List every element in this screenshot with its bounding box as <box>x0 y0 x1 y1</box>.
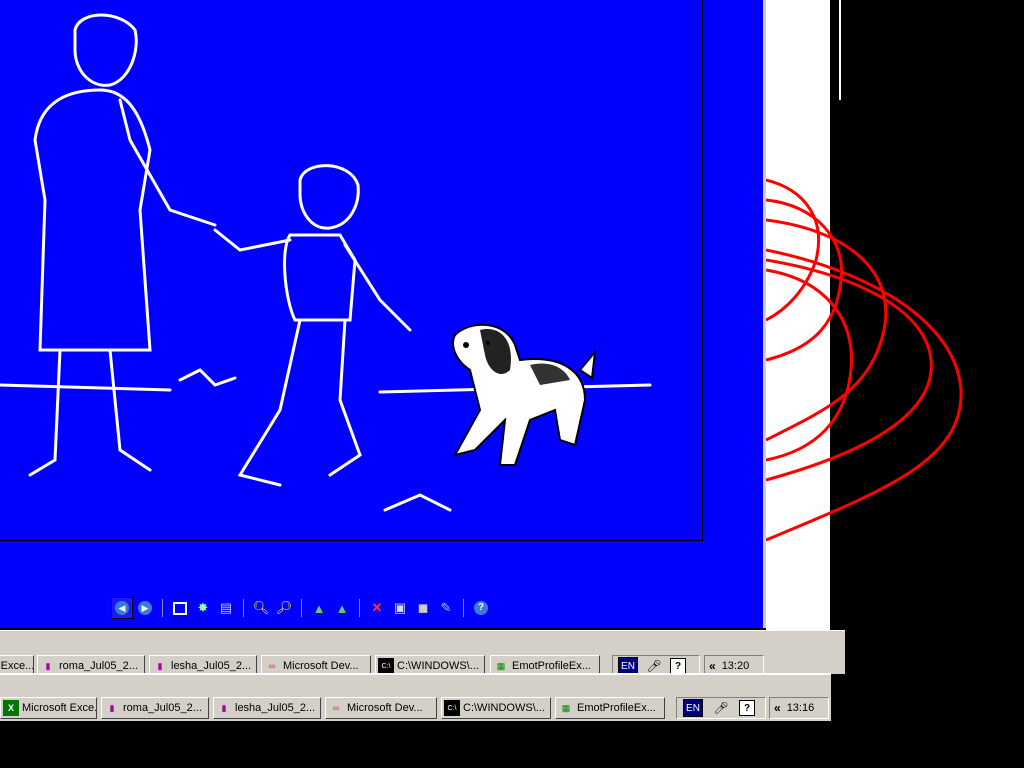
rotate-counterclockwise-button[interactable]: ▲ <box>332 598 352 618</box>
help-button[interactable]: ? <box>471 598 491 618</box>
rotate-clockwise-icon: ▲ <box>312 600 326 616</box>
print-button[interactable]: ▣ <box>390 598 410 618</box>
red-curves-plot <box>766 178 963 542</box>
illustration-image <box>0 13 652 512</box>
show-hidden-icons-chevron[interactable]: « <box>709 659 716 673</box>
taskbar-button-label: roma_Jul05_2... <box>123 702 202 714</box>
zoom-in-button[interactable]: 🔍︎ <box>251 598 271 618</box>
delete-button[interactable]: ▤ <box>216 598 236 618</box>
rotate-counterclockwise-icon: ▲ <box>335 600 349 616</box>
previous-image-button[interactable]: ◀ <box>111 597 133 619</box>
taskbar-button-console[interactable]: C:\ C:\WINDOWS\... <box>441 697 551 719</box>
taskbar-button-label: lesha_Jul05_2... <box>171 660 252 672</box>
next-image-button[interactable]: ▶ <box>135 598 155 618</box>
taskbar-button-label: lesha_Jul05_2... <box>235 702 316 714</box>
taskbar-button-label: EmotProfileEx... <box>577 702 656 714</box>
edit-image-icon: ✎ <box>440 600 452 615</box>
toolbar-separator <box>463 599 464 617</box>
zoom-out-button[interactable]: 🔎︎ <box>274 598 294 618</box>
document-icon: ▮ <box>45 660 51 671</box>
taskbar-button-label: roma_Jul05_2... <box>59 660 138 672</box>
next-icon: ▶ <box>138 601 152 615</box>
toolbar-separator <box>359 599 360 617</box>
taskbar-button-label: Microsoft Dev... <box>347 702 423 714</box>
app-icon: ▦ <box>561 702 571 713</box>
console-icon: C:\ <box>444 700 460 716</box>
help-icon: ? <box>474 601 488 615</box>
taskbar-button-label: C:\WINDOWS\... <box>397 660 479 672</box>
edit-button[interactable]: ✎ <box>436 598 456 618</box>
toolbar-separator <box>162 599 163 617</box>
taskbar-button-roma[interactable]: ▮ roma_Jul05_2... <box>101 697 209 719</box>
show-hidden-icons-chevron[interactable]: « <box>774 701 781 715</box>
taskbar-button-label: Microsoft Exce... <box>22 702 97 714</box>
zoom-out-icon: 🔎︎ <box>275 600 293 615</box>
fit-window-icon <box>173 601 187 615</box>
clock: 13:16 <box>786 702 815 714</box>
slideshow-icon: ✸ <box>197 600 209 615</box>
taskbar: X Microsoft Exce... ▮ roma_Jul05_2... ▮ … <box>0 673 831 721</box>
woman-figure <box>73 13 138 87</box>
printer-icon: ▣ <box>393 600 407 615</box>
boy-figure <box>298 164 360 230</box>
taskbar-button-lesha[interactable]: ▮ lesha_Jul05_2... <box>213 697 321 719</box>
taskbar-button-emotprofile[interactable]: ▦ EmotProfileEx... <box>555 697 665 719</box>
floppy-icon: ◼ <box>417 600 429 615</box>
taskbar-button-devenv[interactable]: ∞ Microsoft Dev... <box>325 697 437 719</box>
taskbar-button-label: Microsoft Dev... <box>283 660 359 672</box>
previous-icon: ◀ <box>115 601 129 615</box>
taskbar-button-label: EmotProfileEx... <box>512 660 591 672</box>
document-icon: ▮ <box>221 702 227 713</box>
toolbar-separator <box>301 599 302 617</box>
close-icon: ✕ <box>371 600 383 615</box>
console-icon: C:\ <box>378 658 394 674</box>
taskbar-button-excel[interactable]: X Microsoft Exce... <box>0 697 97 719</box>
close-image-button[interactable]: ✕ <box>367 598 387 618</box>
clock-area: « 13:16 <box>769 697 829 719</box>
microphone-icon[interactable]: 🎤︎ <box>646 658 662 674</box>
dog-figure <box>452 323 597 466</box>
save-button[interactable]: ◼ <box>413 598 433 618</box>
language-indicator[interactable]: EN <box>683 699 703 717</box>
trash-icon: ▤ <box>219 600 233 615</box>
system-tray: EN 🎤︎ ? <box>676 697 766 719</box>
viewer-toolbar: ◀ ▶ ✸ ▤ 🔍︎ 🔎︎ ▲ ▲ ✕ ▣ ◼ ✎ ? <box>111 597 491 619</box>
taskbar-background: Microsoft Exce... ▮ roma_Jul05_2... ▮ le… <box>0 630 845 677</box>
clock: 13:20 <box>721 660 750 672</box>
help-icon[interactable]: ? <box>670 658 686 674</box>
excel-icon: X <box>3 700 19 716</box>
image-viewer-window: ◀ ▶ ✸ ▤ 🔍︎ 🔎︎ ▲ ▲ ✕ ▣ ◼ ✎ ? <box>0 0 766 628</box>
taskbar-button-label: Microsoft Exce... <box>0 660 34 672</box>
taskbar-button-label: C:\WINDOWS\... <box>463 702 545 714</box>
microphone-icon[interactable]: 🎤︎ <box>713 700 729 716</box>
rotate-clockwise-button[interactable]: ▲ <box>309 598 329 618</box>
visual-studio-icon: ∞ <box>268 661 276 671</box>
document-icon: ▮ <box>157 660 163 671</box>
zoom-in-icon: 🔍︎ <box>252 600 270 615</box>
toolbar-separator <box>243 599 244 617</box>
document-icon: ▮ <box>109 702 115 713</box>
slideshow-button[interactable]: ✸ <box>193 598 213 618</box>
help-icon[interactable]: ? <box>739 700 755 716</box>
app-icon: ▦ <box>496 660 506 671</box>
visual-studio-icon: ∞ <box>332 703 340 713</box>
fit-window-button[interactable] <box>170 598 190 618</box>
image-canvas <box>0 0 703 541</box>
